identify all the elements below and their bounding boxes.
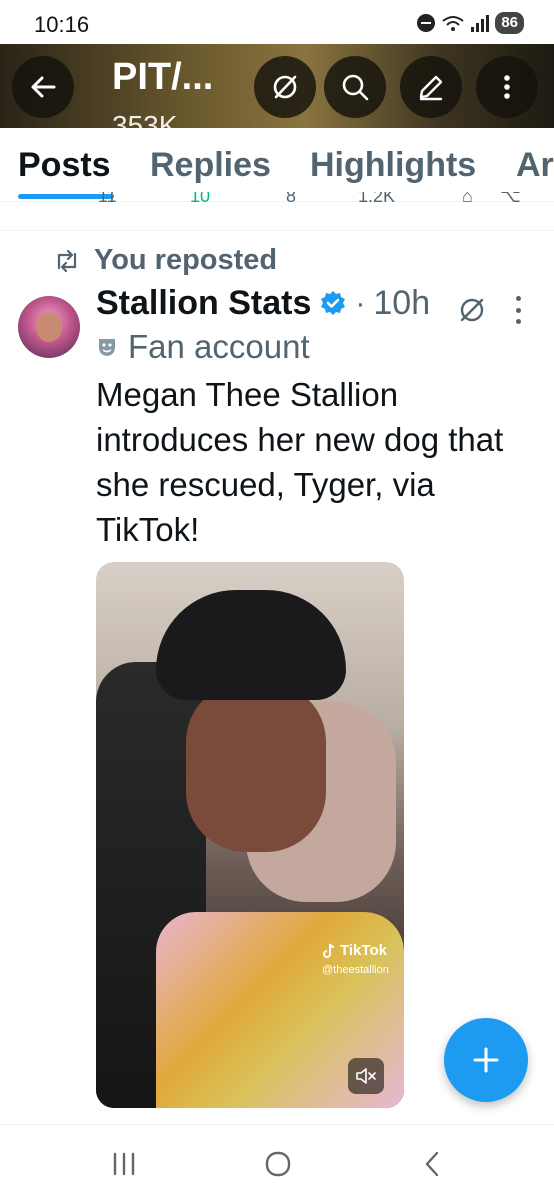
tiktok-handle: @theestallion xyxy=(322,964,389,976)
plus-icon xyxy=(473,1047,499,1073)
post-author-row: Stallion Stats · 10h xyxy=(96,284,430,323)
recent-apps-button[interactable] xyxy=(104,1148,144,1180)
home-button[interactable] xyxy=(258,1148,298,1180)
home-icon xyxy=(265,1151,291,1177)
back-icon xyxy=(31,76,56,98)
next-post-divider xyxy=(0,1124,554,1125)
bookmark-icon[interactable]: ⌂ xyxy=(462,192,473,207)
share-icon[interactable]: ⌥ xyxy=(500,192,521,207)
back-chevron-icon xyxy=(425,1151,439,1177)
author-name[interactable]: Stallion Stats xyxy=(96,284,311,323)
signal-icon xyxy=(471,14,490,32)
separator-dot: · xyxy=(355,286,366,320)
tiktok-label: TikTok xyxy=(340,942,387,959)
previous-post-actions: 11 10 8 1.2K ⌂ ⌥ xyxy=(0,192,554,212)
header-title: PIT/... xyxy=(112,56,214,98)
back-button[interactable] xyxy=(12,56,74,118)
header-subtitle: 353K xyxy=(112,110,178,128)
compose-icon xyxy=(419,75,443,101)
back-nav-button[interactable] xyxy=(412,1148,452,1180)
tab-replies[interactable]: Replies xyxy=(150,146,271,185)
status-bar: 10:16 86 xyxy=(0,0,554,44)
muted-speaker-icon xyxy=(356,1068,376,1084)
account-label-row: Fan account xyxy=(96,328,310,366)
battery-indicator: 86 xyxy=(495,12,524,34)
compose-post-button[interactable] xyxy=(444,1018,528,1102)
post-divider xyxy=(0,230,554,231)
post-more-icon[interactable] xyxy=(516,296,524,324)
repost-label: You reposted xyxy=(94,244,278,276)
tab-highlights[interactable]: Highlights xyxy=(310,146,476,185)
tab-posts[interactable]: Posts xyxy=(18,146,111,185)
tiktok-watermark: TikTok xyxy=(322,942,387,959)
system-navigation-bar xyxy=(0,1128,554,1200)
reply-count[interactable]: 11 xyxy=(98,192,117,207)
video-frame-face xyxy=(186,682,326,852)
tab-articles[interactable]: Ar xyxy=(516,146,554,185)
more-options-button[interactable] xyxy=(476,56,538,118)
recent-apps-icon xyxy=(113,1152,135,1176)
tiktok-logo-icon xyxy=(323,943,335,958)
status-icons: 86 xyxy=(417,12,524,34)
post-text: Megan Thee Stallion introduces her new d… xyxy=(96,376,504,548)
profile-tabs: Posts Replies Highlights Ar xyxy=(0,128,554,202)
repost-count[interactable]: 10 xyxy=(190,192,210,207)
do-not-disturb-icon xyxy=(417,14,436,32)
repost-indicator: You reposted xyxy=(54,244,277,277)
status-time: 10:16 xyxy=(34,12,90,37)
profile-header: PIT/... 353K xyxy=(0,44,554,128)
avatar[interactable] xyxy=(18,296,80,358)
search-button[interactable] xyxy=(324,56,386,118)
view-count[interactable]: 1.2K xyxy=(358,192,395,207)
like-count[interactable]: 8 xyxy=(286,192,296,207)
wifi-icon xyxy=(442,16,464,31)
theater-mask-icon xyxy=(99,339,115,356)
mute-button[interactable] xyxy=(348,1058,384,1094)
grok-icon xyxy=(273,75,297,99)
account-label: Fan account xyxy=(128,328,310,365)
search-icon xyxy=(342,74,369,101)
grok-icon[interactable] xyxy=(456,294,488,326)
more-icon xyxy=(504,75,510,99)
post-timestamp[interactable]: 10h xyxy=(373,284,430,323)
repost-icon xyxy=(57,249,77,272)
post-video[interactable]: TikTok @theestallion xyxy=(96,562,404,1108)
video-frame-hat xyxy=(156,590,346,700)
verified-badge-icon xyxy=(321,290,346,315)
edit-button[interactable] xyxy=(400,56,462,118)
grok-button[interactable] xyxy=(254,56,316,118)
